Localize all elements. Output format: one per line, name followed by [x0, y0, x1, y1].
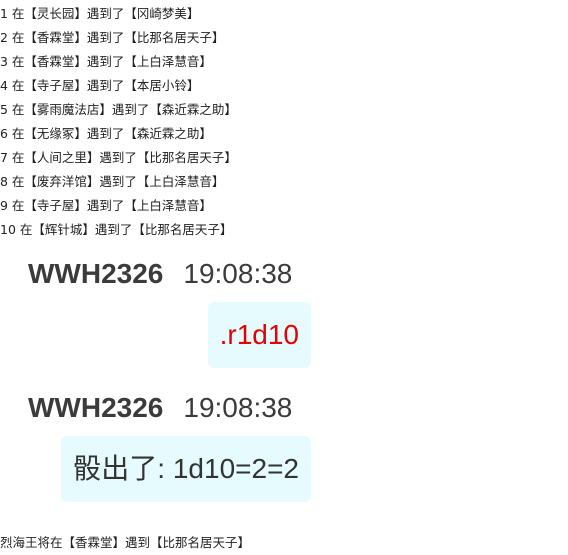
message-header: WWH2326 19:08:38 [0, 392, 320, 436]
log-line-9: 9 在【寺子屋】遇到了【上白泽慧音】 [0, 198, 212, 213]
log-line-3: 3 在【香霖堂】遇到了【上白泽慧音】 [0, 54, 212, 69]
log-line-8: 8 在【废弃洋馆】遇到了【上白泽慧音】 [0, 174, 225, 189]
log-line-10: 10 在【辉针城】遇到了【比那名居天子】 [0, 222, 233, 237]
chat-message-result: WWH2326 19:08:38 骰出了: 1d10=2=2 [0, 392, 320, 502]
log-line-7: 7 在【人间之里】遇到了【比那名居天子】 [0, 150, 237, 165]
footer-announcement: 烈海王将在【香霖堂】遇到【比那名居天子】 [0, 535, 251, 550]
message-bubble: .r1d10 [207, 302, 311, 368]
message-username: WWH2326 [28, 258, 164, 289]
message-username: WWH2326 [28, 392, 164, 423]
message-header: WWH2326 19:08:38 [0, 258, 320, 302]
log-line-1: 1 在【灵长园】遇到了【冈崎梦美】 [0, 6, 200, 21]
message-bubble: 骰出了: 1d10=2=2 [61, 436, 311, 502]
chat-message-command: WWH2326 19:08:38 .r1d10 [0, 258, 320, 368]
log-line-2: 2 在【香霖堂】遇到了【比那名居天子】 [0, 30, 225, 45]
message-timestamp: 19:08:38 [183, 392, 293, 423]
log-line-6: 6 在【无缘冢】遇到了【森近霖之助】 [0, 126, 212, 141]
message-timestamp: 19:08:38 [183, 258, 293, 289]
log-line-4: 4 在【寺子屋】遇到了【本居小铃】 [0, 78, 200, 93]
encounter-log: 1 在【灵长园】遇到了【冈崎梦美】 2 在【香霖堂】遇到了【比那名居天子】 3 … [0, 2, 237, 242]
log-line-5: 5 在【雾雨魔法店】遇到了【森近霖之助】 [0, 102, 237, 117]
